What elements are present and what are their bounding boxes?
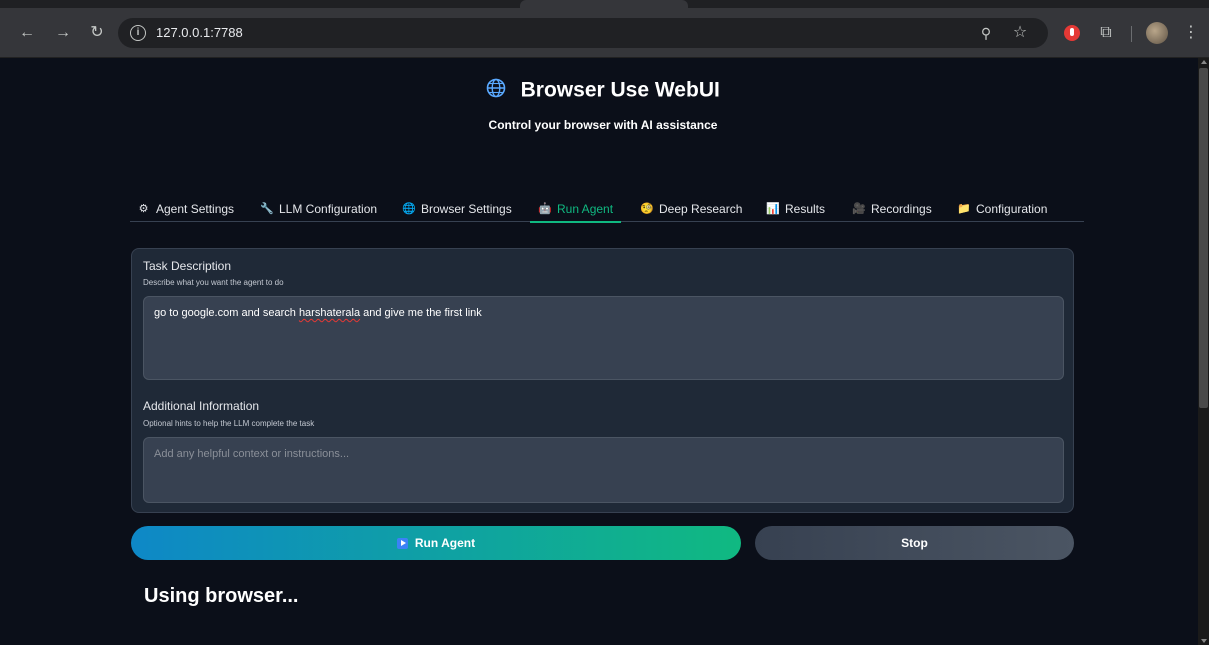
info-icon[interactable]: i bbox=[130, 25, 146, 41]
chart-icon: 📊 bbox=[766, 202, 780, 215]
tab-label: LLM Configuration bbox=[279, 202, 378, 216]
tab-label: Configuration bbox=[976, 202, 1048, 216]
tab-configuration[interactable]: 📁 Configuration bbox=[957, 196, 1047, 222]
header: Browser Use WebUI bbox=[8, 78, 1198, 103]
scrollbar-thumb[interactable] bbox=[1199, 68, 1208, 408]
task-description-label: Task Description bbox=[143, 259, 232, 273]
task-panel: Task Description Describe what you want … bbox=[131, 248, 1074, 513]
task-text-start: go to google.com and search bbox=[154, 307, 299, 319]
tab-bar: ⚙ Agent Settings 🔧 LLM Configuration 🌐 Brow… bbox=[130, 196, 1084, 223]
task-description-hint: Describe what you want the agent to do bbox=[143, 278, 284, 287]
puzzle-icon[interactable]: ⧉ bbox=[1096, 23, 1116, 43]
additional-info-hint: Optional hints to help the LLM complete … bbox=[143, 419, 315, 428]
tab-run-agent[interactable]: 🤖 Run Agent bbox=[529, 196, 622, 223]
browser-toolbar: ← → ↻ i 127.0.0.1:7788 ⚲ ☆ ⧉ ⋮ bbox=[0, 8, 1209, 58]
tab-label: Agent Settings bbox=[156, 202, 235, 216]
additional-info-input[interactable]: Add any helpful context or instructions.… bbox=[143, 437, 1064, 503]
extension-icon[interactable] bbox=[1062, 23, 1082, 43]
address-bar[interactable]: i 127.0.0.1:7788 ⚲ ☆ bbox=[118, 18, 1048, 48]
profile-avatar[interactable] bbox=[1146, 22, 1168, 44]
page-scrollbar[interactable] bbox=[1198, 58, 1209, 645]
film-icon: 🎥 bbox=[852, 202, 866, 215]
reload-icon[interactable]: ↻ bbox=[86, 22, 108, 44]
page-subtitle: Control your browser with AI assistance bbox=[488, 118, 718, 132]
tab-llm-configuration[interactable]: 🔧 LLM Configuration bbox=[260, 196, 377, 222]
tab-label: Browser Settings bbox=[421, 202, 512, 216]
task-text-misspelled: harshaterala bbox=[298, 307, 361, 319]
robot-icon: 🤖 bbox=[538, 202, 552, 215]
tab-results[interactable]: 📊 Results bbox=[766, 196, 825, 222]
tab-label: Run Agent bbox=[557, 202, 614, 216]
brain-icon: 🧐 bbox=[640, 202, 654, 215]
toolbar-divider bbox=[1131, 26, 1132, 42]
task-description-input[interactable]: go to google.com and search harshaterala… bbox=[143, 296, 1064, 380]
globe-icon: 🌐 bbox=[402, 202, 416, 215]
tab-deep-research[interactable]: 🧐 Deep Research bbox=[640, 196, 742, 222]
run-agent-label: Run Agent bbox=[414, 536, 476, 550]
wrench-icon: 🔧 bbox=[260, 202, 274, 215]
webui-page: Browser Use WebUI Control your browser w… bbox=[8, 58, 1198, 645]
stop-label: Stop bbox=[901, 536, 928, 550]
tab-agent-settings[interactable]: ⚙ Agent Settings bbox=[137, 196, 235, 222]
tab-label: Recordings bbox=[871, 202, 932, 216]
tab-browser-settings[interactable]: 🌐 Browser Settings bbox=[402, 196, 512, 222]
tab-recordings[interactable]: 🎥 Recordings bbox=[852, 196, 932, 222]
back-icon[interactable]: ← bbox=[16, 22, 38, 44]
run-agent-button[interactable]: Run Agent bbox=[131, 526, 741, 560]
stop-button[interactable]: Stop bbox=[755, 526, 1074, 560]
menu-icon[interactable]: ⋮ bbox=[1183, 22, 1199, 44]
scroll-down-icon[interactable] bbox=[1201, 639, 1207, 643]
url-text[interactable]: 127.0.0.1:7788 bbox=[156, 25, 243, 40]
scroll-up-icon[interactable] bbox=[1201, 60, 1207, 64]
tab-strip bbox=[0, 0, 1209, 8]
tab-label: Deep Research bbox=[659, 202, 743, 216]
star-icon[interactable]: ☆ bbox=[1010, 23, 1030, 43]
task-text-end: and give me the first link bbox=[360, 307, 482, 319]
play-icon bbox=[396, 537, 408, 549]
globe-icon bbox=[486, 78, 506, 103]
page-title: Browser Use WebUI bbox=[520, 78, 720, 102]
tab-label: Results bbox=[785, 202, 826, 216]
gear-icon: ⚙ bbox=[138, 202, 149, 215]
forward-icon[interactable]: → bbox=[52, 22, 74, 44]
browser-tab[interactable] bbox=[520, 0, 688, 8]
zoom-icon[interactable]: ⚲ bbox=[976, 23, 996, 43]
status-text: Using browser... bbox=[144, 585, 299, 607]
folder-icon: 📁 bbox=[957, 202, 971, 215]
additional-info-label: Additional Information bbox=[143, 399, 260, 413]
